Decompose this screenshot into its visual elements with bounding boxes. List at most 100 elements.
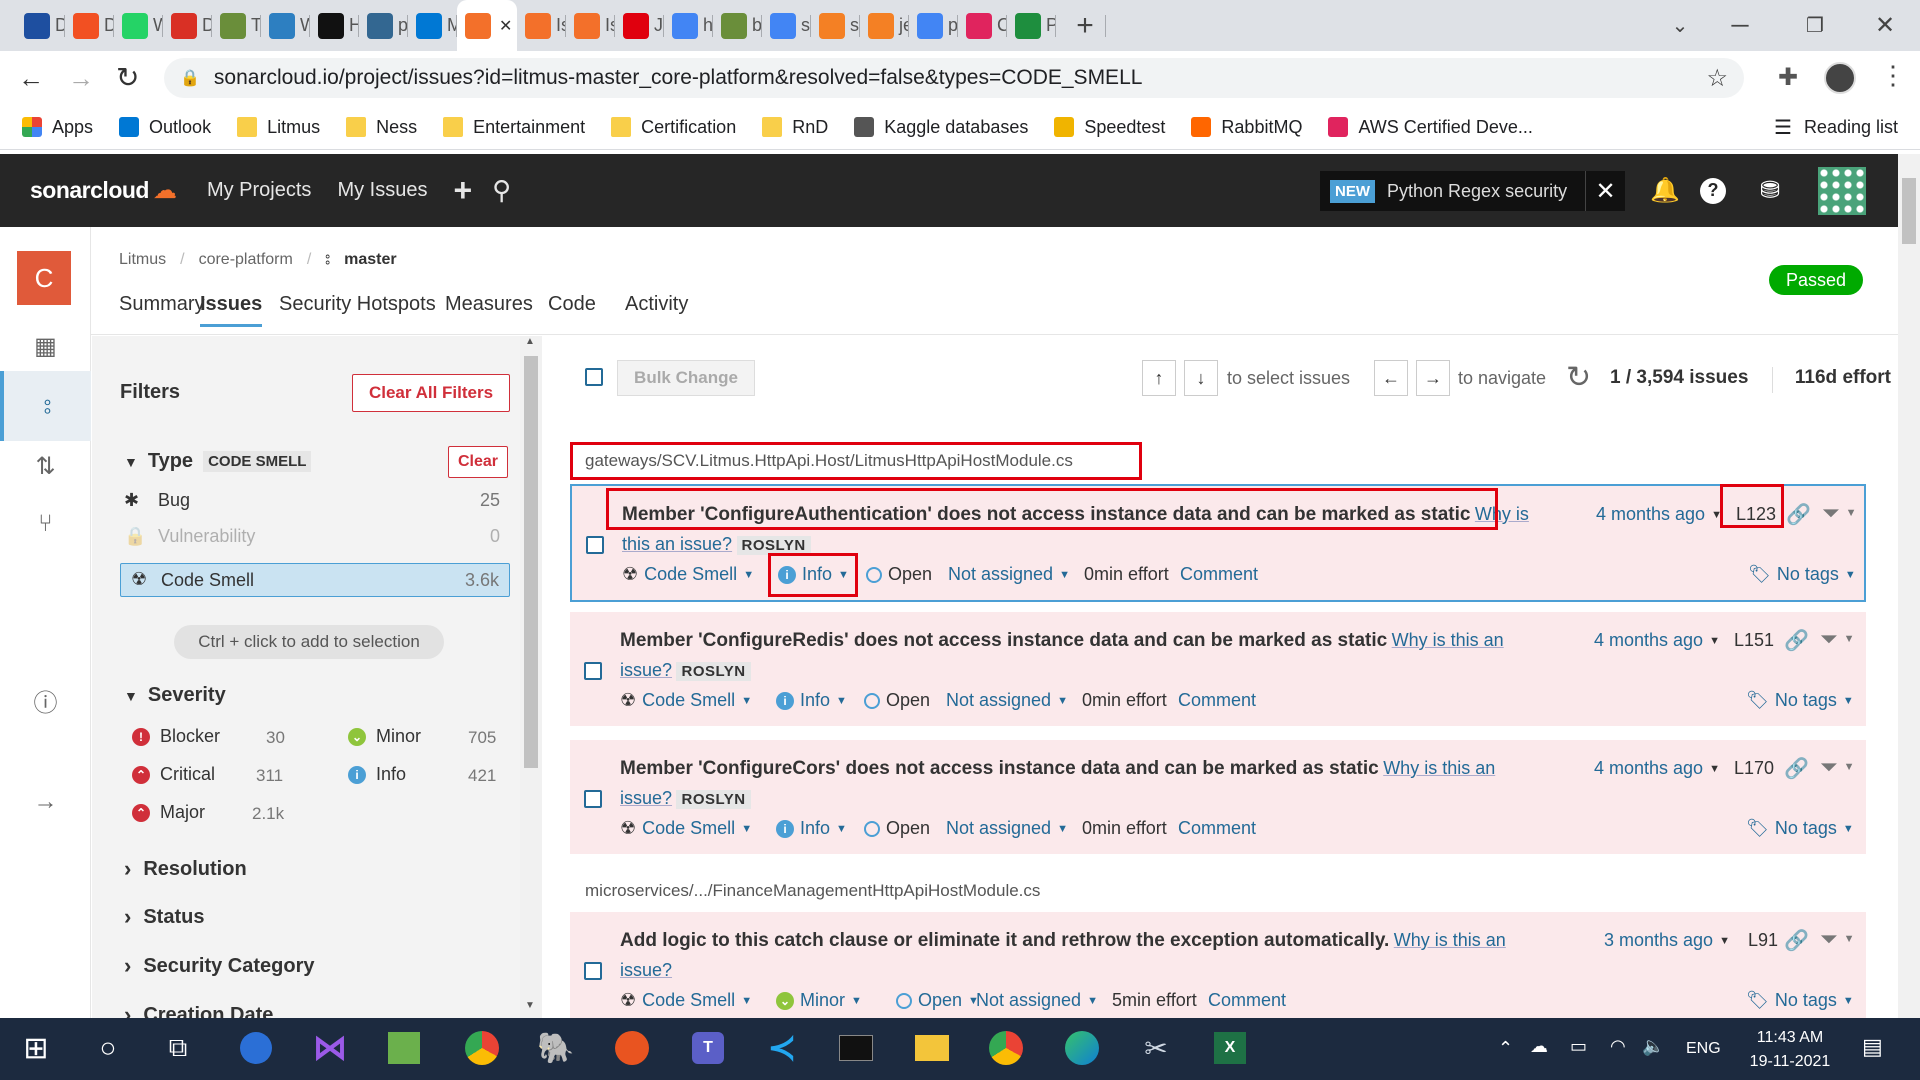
clock[interactable]: 11:43 AM 19-11-2021 bbox=[1740, 1026, 1840, 1074]
reading-list[interactable]: ☰ Reading list bbox=[1774, 115, 1898, 140]
back-button[interactable]: ← bbox=[18, 63, 44, 94]
ubuntu-icon[interactable] bbox=[608, 1024, 656, 1072]
edge-icon[interactable] bbox=[1058, 1024, 1106, 1072]
comment-link[interactable]: Comment bbox=[1178, 818, 1256, 839]
issue-status-dropdown[interactable]: Open bbox=[864, 818, 930, 839]
issue-assignee-dropdown[interactable]: Not assigned ▼ bbox=[946, 690, 1068, 711]
help-icon[interactable]: ? bbox=[1700, 177, 1726, 204]
issue-message[interactable]: Member 'ConfigureCors' does not access i… bbox=[620, 754, 1550, 814]
issue-type-dropdown[interactable]: ☢ Code Smell ▼ bbox=[620, 818, 752, 839]
comment-link[interactable]: Comment bbox=[1180, 564, 1258, 585]
issue-checkbox[interactable] bbox=[586, 536, 604, 554]
branch-fork-icon[interactable]: ⑂ bbox=[0, 489, 91, 559]
clear-all-filters-button[interactable]: Clear All Filters bbox=[352, 374, 510, 412]
bookmark-item[interactable]: Apps bbox=[22, 117, 93, 138]
binoculars-icon[interactable]: ⛃ bbox=[1760, 176, 1780, 205]
issue-title[interactable]: Member 'ConfigureRedis' does not access … bbox=[620, 630, 1387, 651]
project-tab-measures[interactable]: Measures bbox=[445, 293, 533, 316]
teams-icon[interactable]: T bbox=[684, 1024, 732, 1072]
create-plus-icon[interactable]: + bbox=[453, 172, 472, 209]
bulk-change-button[interactable]: Bulk Change bbox=[617, 360, 755, 396]
browser-tab[interactable]: D bbox=[16, 0, 65, 51]
issue-status-dropdown[interactable]: Open bbox=[864, 690, 930, 711]
bookmark-item[interactable]: Speedtest bbox=[1054, 117, 1165, 138]
forward-button[interactable]: → bbox=[68, 63, 94, 94]
bookmark-item[interactable]: Litmus bbox=[237, 117, 320, 138]
extensions-icon[interactable]: ✚ bbox=[1778, 63, 1798, 92]
bookmark-item[interactable]: Kaggle databases bbox=[854, 117, 1028, 138]
notifications-bell-icon[interactable]: 🔔 bbox=[1650, 176, 1680, 205]
browser-tab[interactable]: D bbox=[65, 0, 114, 51]
bookmark-item[interactable]: RnD bbox=[762, 117, 828, 138]
task-view-icon[interactable]: ⧉ bbox=[154, 1024, 202, 1072]
facet-item-vulnerability[interactable]: 🔒 Vulnerability 0 bbox=[124, 520, 510, 554]
facet-item-code-smell[interactable]: ☢ Code Smell 3.6k bbox=[120, 563, 510, 597]
issue-assignee-dropdown[interactable]: Not assigned ▼ bbox=[946, 818, 1068, 839]
browser-tab[interactable]: s bbox=[762, 0, 811, 51]
branch-name[interactable]: master bbox=[344, 251, 396, 269]
issue-message[interactable]: Add logic to this catch clause or elimin… bbox=[620, 926, 1550, 986]
chrome-icon[interactable] bbox=[458, 1024, 506, 1072]
filter-similar-icon[interactable]: ⏷ ▼ bbox=[1820, 626, 1855, 652]
why-link-cont[interactable]: this an issue? bbox=[622, 534, 732, 554]
issue-age[interactable]: 4 months ago ▼ bbox=[1596, 504, 1722, 525]
issue-severity-dropdown[interactable]: ⌄ Minor ▼ bbox=[776, 990, 862, 1011]
user-avatar[interactable] bbox=[1818, 166, 1866, 215]
browser-tab[interactable]: p bbox=[359, 0, 408, 51]
filter-similar-icon[interactable]: ⏷ ▼ bbox=[1820, 754, 1855, 780]
issue-type-dropdown[interactable]: ☢ Code Smell ▼ bbox=[620, 990, 752, 1011]
reload-issues-icon[interactable]: ↻ bbox=[1566, 360, 1591, 395]
project-tab-code[interactable]: Code bbox=[548, 293, 596, 316]
browser-tab[interactable]: Is bbox=[566, 0, 615, 51]
windows-start-icon[interactable]: ⊞ bbox=[12, 1024, 60, 1072]
onedrive-icon[interactable]: ☁ bbox=[1530, 1036, 1548, 1057]
browser-tab[interactable]: Ja bbox=[615, 0, 664, 51]
browser-tab[interactable]: h bbox=[664, 0, 713, 51]
bookmark-item[interactable]: Ness bbox=[346, 117, 417, 138]
paint-icon[interactable] bbox=[380, 1024, 428, 1072]
project-avatar[interactable]: C bbox=[17, 251, 71, 305]
issue-tags-dropdown[interactable]: 🏷 No tags ▼ bbox=[1746, 818, 1854, 839]
bookmark-item[interactable]: RabbitMQ bbox=[1191, 117, 1302, 138]
scroll-down-icon[interactable]: ▼ bbox=[525, 1000, 535, 1011]
issue-status-dropdown[interactable]: Open bbox=[866, 564, 932, 585]
battery-icon[interactable]: ▭ bbox=[1570, 1036, 1587, 1057]
why-link[interactable]: Why is this an bbox=[1394, 930, 1506, 950]
maps-icon[interactable] bbox=[232, 1024, 280, 1072]
issue-severity-dropdown[interactable]: i Info ▼ bbox=[776, 690, 847, 711]
browser-tab[interactable]: P bbox=[1007, 0, 1056, 51]
issue-tags-dropdown[interactable]: 🏷 No tags ▼ bbox=[1746, 690, 1854, 711]
browser-tab[interactable]: p bbox=[909, 0, 958, 51]
facet-creation-date[interactable]: › Creation Date bbox=[124, 1002, 273, 1018]
issue-severity-dropdown[interactable]: i Info ▼ bbox=[776, 818, 847, 839]
file-explorer-icon[interactable] bbox=[908, 1024, 956, 1072]
quality-gate-badge[interactable]: Passed bbox=[1769, 265, 1863, 295]
clear-type-button[interactable]: Clear bbox=[448, 446, 508, 478]
project-tab-activity[interactable]: Activity bbox=[625, 293, 688, 316]
browser-menu-icon[interactable]: ⋮ bbox=[1880, 60, 1906, 91]
issue-assignee-dropdown[interactable]: Not assigned ▼ bbox=[948, 564, 1070, 585]
page-scrollbar[interactable] bbox=[1898, 154, 1920, 1018]
terminal-icon[interactable] bbox=[832, 1024, 880, 1072]
issue-age[interactable]: 4 months ago ▼ bbox=[1594, 758, 1720, 779]
permalink-icon[interactable]: 🔗 bbox=[1784, 756, 1809, 781]
browser-tab[interactable]: Is bbox=[517, 0, 566, 51]
browser-tab[interactable]: je bbox=[860, 0, 909, 51]
new-tab-button[interactable]: + bbox=[1056, 0, 1106, 51]
scroll-up-icon[interactable]: ▲ bbox=[525, 336, 535, 347]
breadcrumb-project[interactable]: core-platform bbox=[199, 251, 293, 269]
type-facet-header[interactable]: ▼ Type CODE SMELL bbox=[124, 450, 312, 473]
restore-button[interactable]: ❐ bbox=[1780, 0, 1850, 51]
browser-tab[interactable]: Ti bbox=[212, 0, 261, 51]
close-icon[interactable]: ✕ bbox=[1585, 171, 1625, 211]
issue-title[interactable]: Member 'ConfigureCors' does not access i… bbox=[620, 758, 1379, 779]
nav-my-issues[interactable]: My Issues bbox=[337, 179, 427, 202]
close-tab-icon[interactable]: ✕ bbox=[499, 16, 512, 36]
issue-checkbox[interactable] bbox=[584, 790, 602, 808]
bookmark-item[interactable]: AWS Certified Deve... bbox=[1328, 117, 1533, 138]
bookmark-item[interactable]: Certification bbox=[611, 117, 736, 138]
excel-icon[interactable]: X bbox=[1206, 1024, 1254, 1072]
facet-security-category[interactable]: › Security Category bbox=[124, 953, 315, 979]
filter-similar-icon[interactable]: ⏷ ▼ bbox=[1822, 500, 1857, 526]
issue-message[interactable]: Member 'ConfigureRedis' does not access … bbox=[620, 626, 1550, 686]
